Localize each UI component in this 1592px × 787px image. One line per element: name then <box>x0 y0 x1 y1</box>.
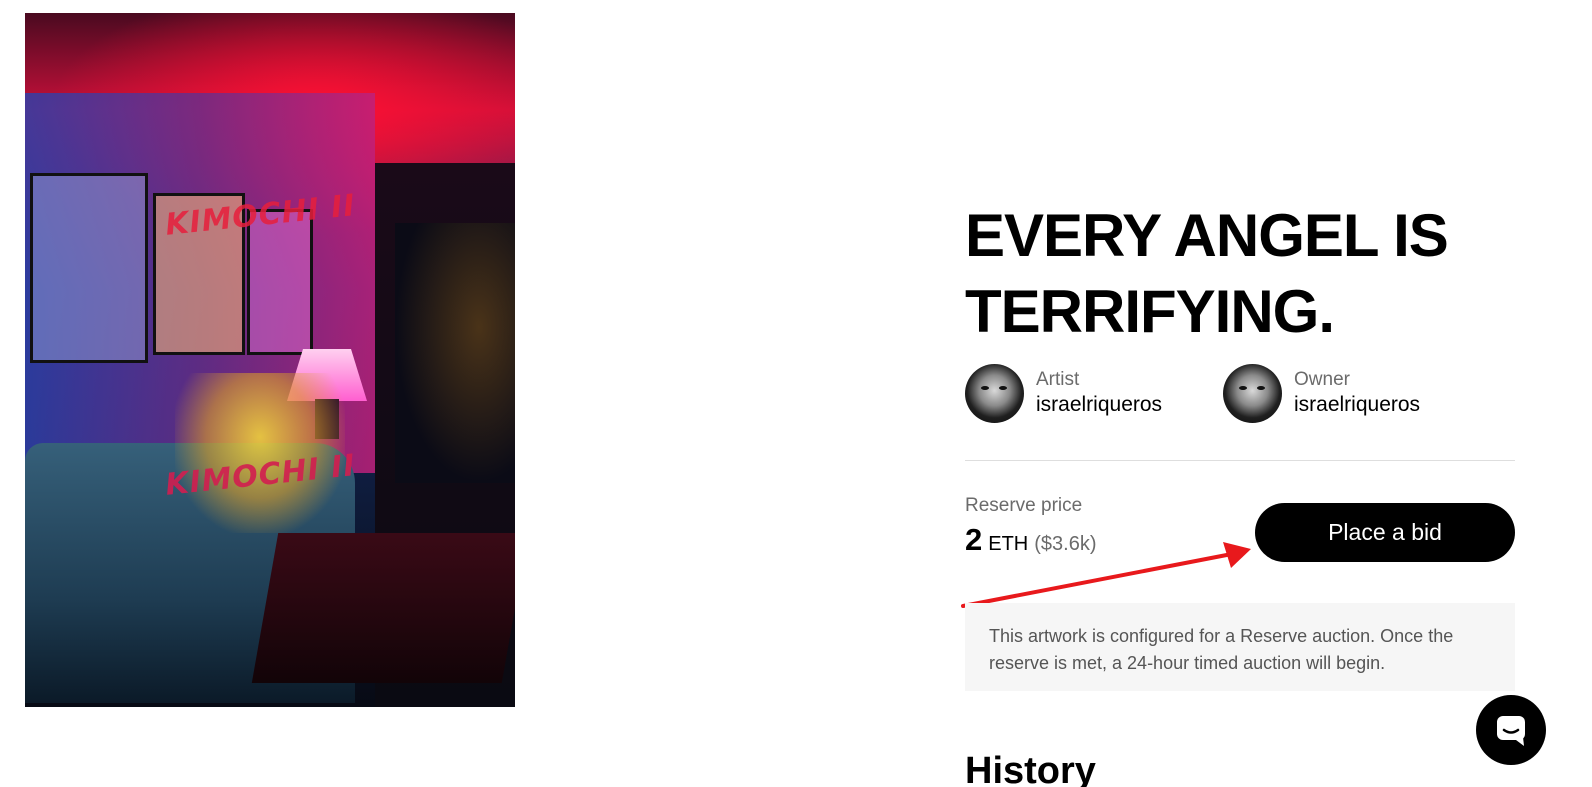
artist-name[interactable]: israelriqueros <box>1036 392 1162 418</box>
artwork-table <box>251 533 515 683</box>
owner-name[interactable]: israelriqueros <box>1294 392 1420 418</box>
owner-avatar <box>1223 363 1282 423</box>
owner-role-label: Owner <box>1294 369 1350 390</box>
owner-link[interactable]: Owner israelriqueros <box>1223 363 1420 423</box>
reserve-price-label: Reserve price <box>965 495 1083 516</box>
place-bid-button[interactable]: Place a bid <box>1255 503 1515 562</box>
history-heading: History <box>965 750 1096 787</box>
artist-avatar <box>965 363 1024 423</box>
reserve-currency: ETH <box>988 533 1029 555</box>
reserve-usd-value: ($3.6k) <box>1034 533 1097 555</box>
artwork-window <box>395 223 515 483</box>
chat-launcher-button[interactable] <box>1476 695 1546 765</box>
reserve-price-value: 2 ETH ($3.6k) <box>965 522 1097 558</box>
divider <box>965 460 1515 461</box>
auction-info-box: This artwork is configured for a Reserve… <box>965 603 1515 691</box>
artwork-title: EVERY ANGEL IS TERRIFYING. <box>965 202 1449 345</box>
artist-link[interactable]: Artist israelriqueros <box>965 363 1162 423</box>
chat-bubble-icon <box>1497 716 1525 746</box>
artist-role-label: Artist <box>1036 369 1080 390</box>
reserve-amount: 2 <box>965 522 983 557</box>
artwork-frame <box>30 173 148 363</box>
artwork-image: KIMOCHI II KIMOCHI II <box>25 13 515 707</box>
